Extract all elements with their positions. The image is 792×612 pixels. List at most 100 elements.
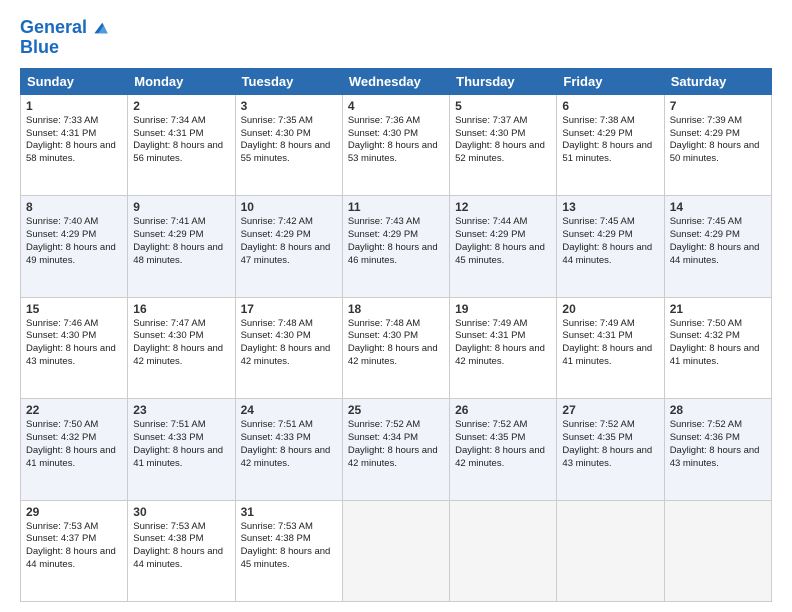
day-number: 19	[455, 302, 551, 316]
calendar-day-cell: 9 Sunrise: 7:41 AMSunset: 4:29 PMDayligh…	[128, 196, 235, 297]
calendar-day-cell: 18 Sunrise: 7:48 AMSunset: 4:30 PMDaylig…	[342, 297, 449, 398]
day-number: 23	[133, 403, 229, 417]
day-number: 6	[562, 99, 658, 113]
weekday-header: Wednesday	[342, 68, 449, 94]
logo-subtext: Blue	[20, 38, 109, 58]
day-info: Sunrise: 7:48 AMSunset: 4:30 PMDaylight:…	[348, 318, 438, 367]
day-number: 16	[133, 302, 229, 316]
day-info: Sunrise: 7:37 AMSunset: 4:30 PMDaylight:…	[455, 115, 545, 164]
day-info: Sunrise: 7:45 AMSunset: 4:29 PMDaylight:…	[562, 216, 652, 265]
day-info: Sunrise: 7:44 AMSunset: 4:29 PMDaylight:…	[455, 216, 545, 265]
logo-text: General	[20, 18, 87, 38]
day-info: Sunrise: 7:49 AMSunset: 4:31 PMDaylight:…	[562, 318, 652, 367]
day-info: Sunrise: 7:42 AMSunset: 4:29 PMDaylight:…	[241, 216, 331, 265]
calendar-day-cell: 27 Sunrise: 7:52 AMSunset: 4:35 PMDaylig…	[557, 399, 664, 500]
calendar-day-cell: 23 Sunrise: 7:51 AMSunset: 4:33 PMDaylig…	[128, 399, 235, 500]
calendar-day-cell: 5 Sunrise: 7:37 AMSunset: 4:30 PMDayligh…	[450, 94, 557, 195]
calendar-day-cell: 26 Sunrise: 7:52 AMSunset: 4:35 PMDaylig…	[450, 399, 557, 500]
calendar-day-cell: 4 Sunrise: 7:36 AMSunset: 4:30 PMDayligh…	[342, 94, 449, 195]
day-info: Sunrise: 7:51 AMSunset: 4:33 PMDaylight:…	[133, 419, 223, 468]
day-number: 9	[133, 200, 229, 214]
calendar-day-cell	[557, 500, 664, 601]
day-number: 8	[26, 200, 122, 214]
day-number: 27	[562, 403, 658, 417]
day-number: 22	[26, 403, 122, 417]
calendar-week-row: 29 Sunrise: 7:53 AMSunset: 4:37 PMDaylig…	[21, 500, 772, 601]
calendar-week-row: 22 Sunrise: 7:50 AMSunset: 4:32 PMDaylig…	[21, 399, 772, 500]
calendar-day-cell	[664, 500, 771, 601]
day-number: 28	[670, 403, 766, 417]
calendar-day-cell: 12 Sunrise: 7:44 AMSunset: 4:29 PMDaylig…	[450, 196, 557, 297]
day-number: 10	[241, 200, 337, 214]
day-info: Sunrise: 7:52 AMSunset: 4:35 PMDaylight:…	[455, 419, 545, 468]
day-info: Sunrise: 7:39 AMSunset: 4:29 PMDaylight:…	[670, 115, 760, 164]
weekday-header: Saturday	[664, 68, 771, 94]
day-number: 2	[133, 99, 229, 113]
day-info: Sunrise: 7:40 AMSunset: 4:29 PMDaylight:…	[26, 216, 116, 265]
day-info: Sunrise: 7:33 AMSunset: 4:31 PMDaylight:…	[26, 115, 116, 164]
day-info: Sunrise: 7:52 AMSunset: 4:36 PMDaylight:…	[670, 419, 760, 468]
day-number: 18	[348, 302, 444, 316]
day-info: Sunrise: 7:50 AMSunset: 4:32 PMDaylight:…	[670, 318, 760, 367]
day-number: 3	[241, 99, 337, 113]
day-info: Sunrise: 7:49 AMSunset: 4:31 PMDaylight:…	[455, 318, 545, 367]
day-number: 17	[241, 302, 337, 316]
calendar-day-cell: 11 Sunrise: 7:43 AMSunset: 4:29 PMDaylig…	[342, 196, 449, 297]
day-number: 30	[133, 505, 229, 519]
weekday-header: Friday	[557, 68, 664, 94]
calendar-day-cell: 17 Sunrise: 7:48 AMSunset: 4:30 PMDaylig…	[235, 297, 342, 398]
day-info: Sunrise: 7:50 AMSunset: 4:32 PMDaylight:…	[26, 419, 116, 468]
header: General Blue	[20, 18, 772, 58]
calendar-day-cell: 21 Sunrise: 7:50 AMSunset: 4:32 PMDaylig…	[664, 297, 771, 398]
day-number: 1	[26, 99, 122, 113]
calendar-day-cell: 30 Sunrise: 7:53 AMSunset: 4:38 PMDaylig…	[128, 500, 235, 601]
calendar-day-cell: 2 Sunrise: 7:34 AMSunset: 4:31 PMDayligh…	[128, 94, 235, 195]
day-number: 21	[670, 302, 766, 316]
calendar-day-cell: 19 Sunrise: 7:49 AMSunset: 4:31 PMDaylig…	[450, 297, 557, 398]
calendar-day-cell: 25 Sunrise: 7:52 AMSunset: 4:34 PMDaylig…	[342, 399, 449, 500]
page: General Blue SundayMondayTuesdayWednesda…	[0, 0, 792, 612]
calendar-day-cell: 31 Sunrise: 7:53 AMSunset: 4:38 PMDaylig…	[235, 500, 342, 601]
day-number: 15	[26, 302, 122, 316]
calendar-table: SundayMondayTuesdayWednesdayThursdayFrid…	[20, 68, 772, 602]
day-info: Sunrise: 7:52 AMSunset: 4:34 PMDaylight:…	[348, 419, 438, 468]
calendar-day-cell: 8 Sunrise: 7:40 AMSunset: 4:29 PMDayligh…	[21, 196, 128, 297]
day-info: Sunrise: 7:53 AMSunset: 4:38 PMDaylight:…	[241, 521, 331, 570]
day-info: Sunrise: 7:51 AMSunset: 4:33 PMDaylight:…	[241, 419, 331, 468]
day-number: 13	[562, 200, 658, 214]
logo: General Blue	[20, 18, 109, 58]
day-info: Sunrise: 7:53 AMSunset: 4:37 PMDaylight:…	[26, 521, 116, 570]
day-info: Sunrise: 7:52 AMSunset: 4:35 PMDaylight:…	[562, 419, 652, 468]
day-number: 7	[670, 99, 766, 113]
calendar-day-cell: 6 Sunrise: 7:38 AMSunset: 4:29 PMDayligh…	[557, 94, 664, 195]
day-info: Sunrise: 7:47 AMSunset: 4:30 PMDaylight:…	[133, 318, 223, 367]
day-info: Sunrise: 7:46 AMSunset: 4:30 PMDaylight:…	[26, 318, 116, 367]
calendar-day-cell	[450, 500, 557, 601]
day-number: 5	[455, 99, 551, 113]
day-info: Sunrise: 7:35 AMSunset: 4:30 PMDaylight:…	[241, 115, 331, 164]
day-info: Sunrise: 7:34 AMSunset: 4:31 PMDaylight:…	[133, 115, 223, 164]
day-number: 31	[241, 505, 337, 519]
calendar-day-cell: 3 Sunrise: 7:35 AMSunset: 4:30 PMDayligh…	[235, 94, 342, 195]
calendar-day-cell: 16 Sunrise: 7:47 AMSunset: 4:30 PMDaylig…	[128, 297, 235, 398]
calendar-day-cell: 10 Sunrise: 7:42 AMSunset: 4:29 PMDaylig…	[235, 196, 342, 297]
calendar-day-cell	[342, 500, 449, 601]
calendar-day-cell: 29 Sunrise: 7:53 AMSunset: 4:37 PMDaylig…	[21, 500, 128, 601]
day-info: Sunrise: 7:53 AMSunset: 4:38 PMDaylight:…	[133, 521, 223, 570]
calendar-day-cell: 1 Sunrise: 7:33 AMSunset: 4:31 PMDayligh…	[21, 94, 128, 195]
day-info: Sunrise: 7:43 AMSunset: 4:29 PMDaylight:…	[348, 216, 438, 265]
calendar-day-cell: 13 Sunrise: 7:45 AMSunset: 4:29 PMDaylig…	[557, 196, 664, 297]
day-number: 11	[348, 200, 444, 214]
weekday-header: Monday	[128, 68, 235, 94]
calendar-day-cell: 20 Sunrise: 7:49 AMSunset: 4:31 PMDaylig…	[557, 297, 664, 398]
day-number: 4	[348, 99, 444, 113]
day-number: 12	[455, 200, 551, 214]
day-number: 25	[348, 403, 444, 417]
calendar-day-cell: 7 Sunrise: 7:39 AMSunset: 4:29 PMDayligh…	[664, 94, 771, 195]
day-number: 24	[241, 403, 337, 417]
calendar-day-cell: 28 Sunrise: 7:52 AMSunset: 4:36 PMDaylig…	[664, 399, 771, 500]
weekday-header: Sunday	[21, 68, 128, 94]
calendar-header-row: SundayMondayTuesdayWednesdayThursdayFrid…	[21, 68, 772, 94]
calendar-week-row: 8 Sunrise: 7:40 AMSunset: 4:29 PMDayligh…	[21, 196, 772, 297]
calendar-week-row: 15 Sunrise: 7:46 AMSunset: 4:30 PMDaylig…	[21, 297, 772, 398]
